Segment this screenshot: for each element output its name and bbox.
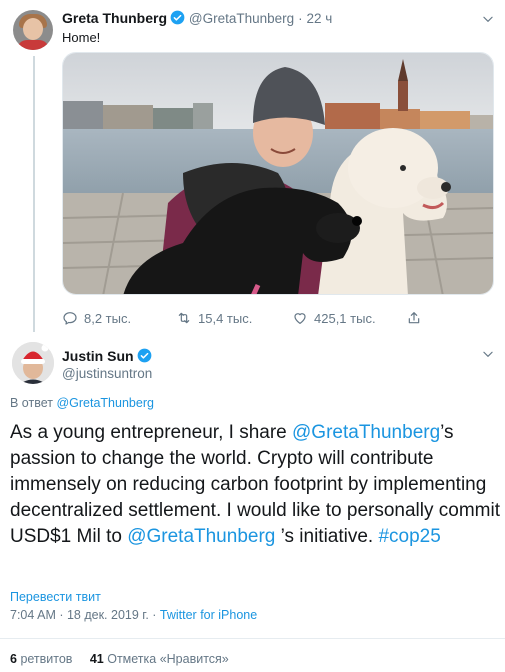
author-handle[interactable]: @justinsuntron — [62, 366, 152, 381]
tweet-header: Greta Thunberg @GretaThunberg · 22 ч — [62, 10, 332, 26]
mention-link[interactable]: @GretaThunberg — [292, 422, 440, 443]
retweet-icon — [178, 312, 190, 324]
likes-stat[interactable]: 41 Отметка «Нравится» — [90, 652, 229, 666]
heart-icon — [294, 313, 306, 324]
photo-image — [63, 53, 493, 294]
share-icon — [408, 312, 420, 324]
share-action[interactable] — [406, 310, 428, 326]
thread-connector-line — [33, 56, 35, 332]
tweet-meta: 7:04 AM · 18 дек. 2019 г. · Twitter for … — [10, 608, 257, 622]
replying-mention-link[interactable]: @GretaThunberg — [56, 396, 153, 410]
replying-to: В ответ @GretaThunberg — [10, 396, 154, 410]
tweet-photo[interactable] — [62, 52, 494, 295]
tweet-time[interactable]: 22 ч — [306, 11, 332, 26]
replying-prefix: В ответ — [10, 396, 53, 410]
chevron-down-icon[interactable] — [481, 347, 495, 361]
tweet-text: Home! — [62, 30, 101, 45]
tweet-stats: 6 ретвитов 41 Отметка «Нравится» — [10, 652, 229, 666]
like-action[interactable]: 425,1 тыс. — [292, 310, 376, 326]
likes-count: 41 — [89, 652, 104, 666]
retweet-action[interactable]: 15,4 тыс. — [176, 310, 252, 326]
tweet-timestamp[interactable]: 7:04 AM · 18 дек. 2019 г. · — [10, 608, 160, 622]
mention-link[interactable]: @GretaThunberg — [127, 526, 275, 547]
author-name[interactable]: Justin Sun — [62, 348, 134, 364]
tweet-header: Justin Sun — [62, 348, 152, 364]
retweet-count: 15,4 тыс. — [198, 310, 253, 326]
chevron-down-icon[interactable] — [481, 12, 495, 26]
retweets-label: ретвитов — [20, 652, 73, 666]
tweet-text-part: ’s initiative. — [275, 526, 379, 547]
retweets-stat[interactable]: 6 ретвитов — [10, 652, 72, 666]
author-handle[interactable]: @GretaThunberg — [189, 11, 294, 26]
translate-tweet-link[interactable]: Перевести твит — [10, 590, 101, 604]
reply-icon — [63, 312, 77, 325]
divider — [0, 638, 505, 639]
client-link[interactable]: Twitter for iPhone — [160, 608, 257, 622]
tweet-text-part: As a young entrepreneur, I share — [10, 422, 293, 443]
author-name[interactable]: Greta Thunberg — [62, 10, 167, 26]
avatar[interactable] — [12, 342, 54, 384]
avatar[interactable] — [13, 10, 53, 50]
hashtag-link[interactable]: #cop25 — [378, 526, 440, 547]
separator-dot: · — [298, 11, 303, 26]
verified-badge-icon — [170, 10, 185, 25]
reply-action[interactable]: 8,2 тыс. — [62, 310, 131, 326]
reply-count: 8,2 тыс. — [84, 310, 132, 326]
tweet-text: As a young entrepreneur, I share @GretaT… — [10, 420, 500, 550]
retweets-count: 6 — [10, 652, 17, 666]
likes-label: Отметка «Нравится» — [107, 652, 229, 666]
like-count: 425,1 тыс. — [314, 310, 376, 326]
verified-badge-icon — [137, 348, 151, 363]
